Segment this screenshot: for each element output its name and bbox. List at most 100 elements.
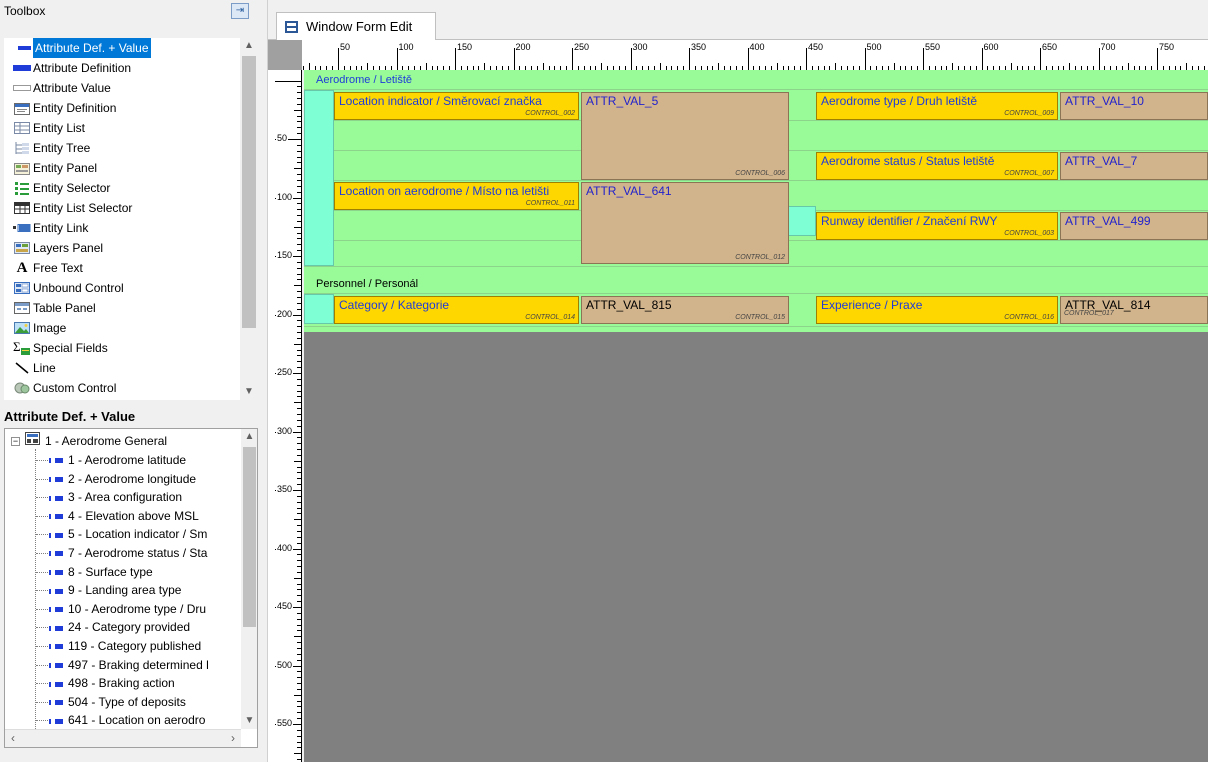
control-015-value[interactable]: ATTR_VAL_815 CONTROL_015 [581, 296, 789, 324]
form-surface[interactable]: Aerodrome / Letiště Location indicator /… [304, 70, 1208, 332]
toolbox-item-entity-panel[interactable]: Entity Panel [4, 158, 97, 178]
toolbox-item-attribute-definition[interactable]: Attribute Definition [4, 58, 131, 78]
control-009-label[interactable]: Aerodrome type / Druh letiště CONTROL_009 [816, 92, 1058, 120]
control-value-text: ATTR_VAL_7 [1065, 154, 1138, 168]
tree-item[interactable]: 119 - Category published [49, 637, 201, 655]
control-value-text: ATTR_VAL_641 [586, 184, 672, 198]
scroll-down-icon[interactable]: ▼ [240, 384, 258, 400]
tree-item[interactable]: 498 - Braking action [49, 674, 175, 692]
control-label-text: Runway identifier / Značení RWY [821, 214, 998, 228]
control-010-value[interactable]: ATTR_VAL_10 [1060, 92, 1208, 120]
scroll-up-icon[interactable]: ▲ [240, 38, 258, 54]
control-012-value[interactable]: ATTR_VAL_641 CONTROL_012 [581, 182, 789, 264]
toolbox-item-line[interactable]: Line [4, 358, 56, 378]
table-panel-icon [12, 301, 32, 315]
control-006-value[interactable]: ATTR_VAL_5 CONTROL_006 [581, 92, 789, 180]
ruler-tick [297, 671, 301, 673]
tree-item[interactable]: 641 - Location on aerodro [49, 711, 205, 729]
control-id: CONTROL_015 [735, 314, 785, 321]
tree-item[interactable]: 1 - Aerodrome latitude [49, 451, 186, 469]
tree-root-item[interactable]: 1 - Aerodrome General [25, 432, 167, 450]
layout-column [304, 294, 334, 324]
toolbox-item-entity-tree[interactable]: Entity Tree [4, 138, 90, 158]
tree-item[interactable]: 504 - Type of deposits [49, 693, 186, 711]
form-canvas[interactable]: Aerodrome / Letiště Location indicator /… [304, 70, 1208, 762]
tree-item[interactable]: 4 - Elevation above MSL [49, 507, 199, 525]
control-017-value[interactable]: ATTR_VAL_814 CONTROL_017 [1060, 296, 1208, 324]
toolbox-item-attribute-def-value[interactable]: Attribute Def. + Value [4, 38, 151, 58]
ruler-tick [297, 624, 301, 626]
scroll-left-icon[interactable]: ‹ [11, 731, 15, 745]
toolbox-item-layers-panel[interactable]: Layers Panel [4, 238, 103, 258]
toolbox-item-unbound-control[interactable]: Unbound Control [4, 278, 124, 298]
scroll-right-icon[interactable]: › [231, 731, 235, 745]
toolbox-scrollbar[interactable]: ▲ ▼ [240, 38, 258, 400]
tree-connector [36, 720, 48, 722]
ruler-tick [297, 378, 301, 380]
scrollbar-thumb[interactable] [242, 56, 256, 328]
tree-item[interactable]: 9 - Landing area type [49, 581, 181, 599]
tree-item[interactable]: 3 - Area configuration [49, 488, 182, 506]
toolbox-item-label: Attribute Definition [33, 61, 132, 75]
ruler-tick [297, 144, 301, 146]
attribute-icon [49, 495, 63, 501]
grid-line [304, 266, 1208, 267]
group-header-personnel[interactable]: Personnel / Personál [304, 276, 418, 292]
toolbox-item-entity-list-selector[interactable]: Entity List Selector [4, 198, 132, 218]
control-002-label[interactable]: Location indicator / Směrovací značka CON… [334, 92, 579, 120]
tab-label: Window Form Edit [306, 19, 413, 34]
grid-line [304, 293, 1208, 294]
toolbox-item-entity-definition[interactable]: Entity Definition [4, 98, 116, 118]
tree-item[interactable]: 8 - Surface type [49, 563, 153, 581]
left-panel: Toolbox ⇥ Attribute Def. + Value Attribu… [0, 0, 268, 762]
ruler-tick [572, 48, 573, 70]
group-header-aerodrome[interactable]: Aerodrome / Letiště [304, 72, 412, 88]
tree-item[interactable]: 10 - Aerodrome type / Dru [49, 600, 206, 618]
ruler-tick [294, 694, 301, 696]
tree-scrollbar[interactable]: ▲ ▼ [241, 429, 257, 729]
app-window: Toolbox ⇥ Attribute Def. + Value Attribu… [0, 0, 1208, 762]
control-014-label[interactable]: Category / Kategorie CONTROL_014 [334, 296, 579, 324]
collapse-icon[interactable]: − [11, 437, 20, 446]
tree-item[interactable]: 24 - Category provided [49, 618, 190, 636]
tree-item-label: 2 - Aerodrome longitude [68, 471, 197, 486]
toolbox-item-table-panel[interactable]: Table Panel [4, 298, 96, 318]
control-011-label[interactable]: Location on aerodrome / Místo na letišti… [334, 182, 579, 210]
control-007-value[interactable]: ATTR_VAL_7 [1060, 152, 1208, 180]
ruler-tick [776, 63, 778, 70]
toolbox-item-entity-list[interactable]: Entity List [4, 118, 85, 138]
toolbox-item-attribute-value[interactable]: Attribute Value [4, 78, 111, 98]
tree-item-label: 5 - Location indicator / Sm [68, 527, 208, 542]
toolbox-item-label: Image [33, 321, 67, 335]
control-003-label[interactable]: Runway identifier / Značení RWY CONTROL_0… [816, 212, 1058, 240]
toolbox-item-entity-selector[interactable]: Entity Selector [4, 178, 110, 198]
ruler-tick [297, 203, 301, 205]
control-003-value[interactable]: ATTR_VAL_499 [1060, 212, 1208, 240]
toolbox-item-image[interactable]: Image [4, 318, 66, 338]
ruler-tick [294, 636, 301, 638]
toolbox-item-free-text[interactable]: A Free Text [4, 258, 83, 278]
attribute-icon [49, 681, 63, 687]
toolbox-item-custom-control[interactable]: Custom Control [4, 378, 116, 398]
toolbox-item-label: Special Fields [33, 341, 108, 355]
tree-item[interactable]: 2 - Aerodrome longitude [49, 470, 196, 488]
tree-horizontal-scrollbar[interactable]: ‹ › [5, 729, 241, 747]
tree-item[interactable]: 7 - Aerodrome status / Sta [49, 544, 207, 562]
attribute-value-icon [12, 81, 32, 95]
toolbox-item-label: Entity Definition [33, 101, 117, 115]
toolbox-item-entity-link[interactable]: Entity Link [4, 218, 88, 238]
tree-item[interactable]: 5 - Location indicator / Sm [49, 525, 207, 543]
control-016-label[interactable]: Experience / Praxe CONTROL_016 [816, 296, 1058, 324]
ruler-label: 500 [866, 42, 882, 52]
scrollbar-thumb[interactable] [243, 447, 256, 627]
tree-item[interactable]: 497 - Braking determined l [49, 656, 209, 674]
entity-definition-icon [12, 101, 32, 115]
scroll-down-icon[interactable]: ▼ [241, 713, 257, 729]
scroll-up-icon[interactable]: ▲ [241, 429, 257, 445]
control-007-label[interactable]: Aerodrome status / Status letiště CONTROL… [816, 152, 1058, 180]
tab-window-form-edit[interactable]: Window Form Edit [276, 12, 436, 40]
entity-list-selector-icon [12, 201, 32, 215]
ruler-tick [297, 320, 301, 322]
toolbox-item-special-fields[interactable]: Σ Special Fields [4, 338, 108, 358]
pin-icon[interactable]: ⇥ [231, 3, 249, 19]
